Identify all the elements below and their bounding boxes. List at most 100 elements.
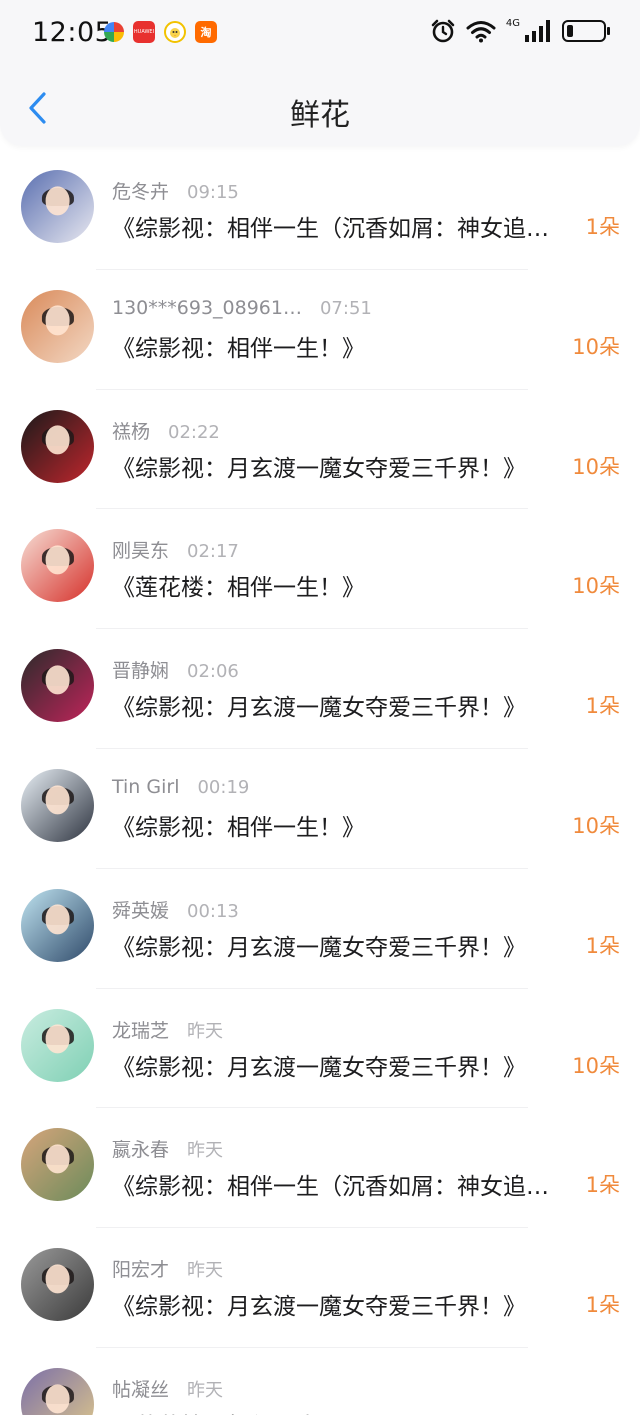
- wifi-icon: [466, 21, 496, 43]
- avatar-face: [45, 545, 70, 575]
- avatar-face: [45, 1024, 70, 1054]
- avatar[interactable]: [21, 768, 94, 842]
- flower-count: 10朵: [572, 454, 620, 479]
- list-item[interactable]: 危冬卉 09:15 《综影视：相伴一生（沉香如屑：神女追… 1朵: [0, 150, 640, 270]
- list-item[interactable]: 龙瑞芝 昨天《综影视：月玄渡一魔女夺爱三千界！》 10朵: [0, 989, 640, 1109]
- flower-count: 1朵: [585, 215, 620, 239]
- username: 舜英媛: [112, 899, 170, 922]
- book-title: 《综影视：月玄渡一魔女夺爱三千界！》: [112, 1054, 526, 1081]
- item-meta: 舜英媛 00:13: [112, 896, 239, 923]
- username: 晋静娴: [112, 660, 170, 683]
- item-meta: 龙瑞芝 昨天: [112, 1016, 223, 1043]
- username: 危冬卉: [112, 181, 170, 203]
- username: 嬴永春: [112, 1139, 170, 1162]
- avatar[interactable]: [21, 1128, 94, 1202]
- avatar-face: [45, 1384, 70, 1414]
- timestamp: 昨天: [187, 1260, 224, 1282]
- avatar[interactable]: [21, 888, 94, 962]
- avatar[interactable]: [21, 1248, 94, 1322]
- avatar-face: [45, 1144, 70, 1174]
- username: 龙瑞芝: [112, 1019, 170, 1042]
- timestamp: 00:19: [197, 776, 250, 798]
- flower-count: 1朵: [585, 694, 620, 719]
- book-title: 《综影视：相伴一生！》: [112, 814, 365, 841]
- system-status: 4G: [430, 17, 610, 44]
- timestamp: 昨天: [187, 1020, 224, 1042]
- avatar[interactable]: [21, 649, 94, 723]
- timestamp: 07:51: [319, 297, 372, 319]
- avatar-face: [45, 785, 70, 815]
- item-meta: 130***693_08961… 07:51: [112, 297, 372, 319]
- timestamp: 00:13: [187, 900, 239, 922]
- bird-app-icon: [164, 21, 186, 43]
- item-meta: 刚昊东 02:17: [112, 536, 239, 563]
- avatar[interactable]: [21, 1008, 94, 1082]
- list-item[interactable]: 舜英媛 00:13 《综影视：月玄渡一魔女夺爱三千界！》 1朵: [0, 869, 640, 989]
- timestamp: 02:22: [168, 421, 220, 443]
- item-meta: 危冬卉 09:15: [112, 177, 239, 204]
- huawei-store-icon: HUAWEI: [133, 21, 155, 43]
- avatar[interactable]: [21, 170, 94, 243]
- item-meta: 阳宏才 昨天: [112, 1255, 223, 1282]
- avatar[interactable]: [21, 529, 94, 603]
- item-meta: 帖凝丝 昨天: [112, 1375, 223, 1402]
- item-meta: 禚杨 02:22: [112, 417, 220, 444]
- book-title: 《莲花楼：相伴一生！》: [112, 575, 365, 602]
- list-item[interactable]: 晋静娴 02:06 《综影视：月玄渡一魔女夺爱三千界！》 1朵: [0, 629, 640, 749]
- flower-gift-list: 危冬卉 09:15 《综影视：相伴一生（沉香如屑：神女追… 1朵 130***693_0…: [0, 150, 640, 1415]
- status-bar: 12:05 HUAWEI 淘 4G: [0, 0, 640, 68]
- timestamp: 09:15: [187, 182, 239, 203]
- book-title: 《综影视：月玄渡一魔女夺爱三千界！》: [112, 695, 526, 722]
- battery-level: [567, 25, 574, 37]
- avatar-face: [45, 665, 70, 695]
- taobao-icon: 淘: [195, 21, 217, 43]
- book-title: 《综影视：月玄渡一魔女夺爱三千界！》: [112, 934, 526, 961]
- status-time: 12:05: [32, 17, 113, 48]
- book-title: 《综影视：月玄渡一魔女夺爱三千界！》: [112, 455, 526, 482]
- avatar-face: [45, 425, 70, 455]
- book-title: 《综影视：相伴一生（沉香如屑：神女追…: [112, 1174, 549, 1201]
- avatar-face: [45, 904, 70, 935]
- avatar-face: [45, 1264, 70, 1294]
- avatar[interactable]: [21, 289, 94, 363]
- flower-count: 1朵: [585, 1173, 620, 1198]
- flower-count: 1朵: [586, 1409, 620, 1415]
- book-title: 《莲花楼：相伴一生！》: [112, 1407, 582, 1415]
- timestamp: 02:17: [187, 541, 239, 563]
- timestamp: 昨天: [187, 1379, 224, 1401]
- notification-icons: HUAWEI 淘: [104, 21, 217, 43]
- username: 刚昊东: [112, 540, 170, 563]
- flower-count: 10朵: [572, 813, 620, 838]
- avatar[interactable]: [21, 1367, 94, 1415]
- username: 阳宏才: [112, 1259, 170, 1282]
- item-meta: 嬴永春 昨天: [112, 1135, 223, 1162]
- list-item[interactable]: 130***693_08961… 07:51 《综影视：相伴一生！》 10朵: [0, 270, 640, 390]
- flower-count: 10朵: [572, 334, 620, 359]
- book-title: 《综影视：月玄渡一魔女夺爱三千界！》: [112, 1294, 526, 1321]
- list-item[interactable]: Tin Girl 00:19 《综影视：相伴一生！》 10朵: [0, 749, 640, 869]
- list-item[interactable]: 禚杨 02:22 《综影视：月玄渡一魔女夺爱三千界！》 10朵: [0, 390, 640, 510]
- header: 12:05 HUAWEI 淘 4G 鲜花: [0, 0, 640, 146]
- list-item[interactable]: 帖凝丝昨天《莲花楼：相伴一生！》 1朵: [0, 1348, 640, 1415]
- username: 禚杨: [112, 420, 151, 443]
- item-meta: 晋静娴 02:06: [112, 656, 239, 683]
- battery-icon: [562, 20, 610, 42]
- alarm-icon: [431, 19, 455, 43]
- username: Tin Girl: [112, 775, 180, 798]
- avatar[interactable]: [21, 409, 94, 483]
- username: 帖凝丝: [112, 1378, 170, 1401]
- color-circle-icon: [104, 22, 124, 42]
- flower-count: 1朵: [585, 1293, 620, 1318]
- list-item[interactable]: 刚昊东 02:17 《莲花楼：相伴一生！》 10朵: [0, 509, 640, 630]
- flower-count: 10朵: [572, 574, 620, 599]
- flower-count: 1朵: [585, 933, 620, 958]
- flower-count: 10朵: [572, 1053, 620, 1078]
- network-type: 4G: [505, 17, 520, 29]
- nav-bar: 鲜花: [0, 68, 640, 146]
- book-title: 《综影视：相伴一生！》: [112, 335, 365, 362]
- timestamp: 02:06: [187, 661, 239, 683]
- avatar-face: [45, 305, 70, 336]
- list-item[interactable]: 嬴永春 昨天《综影视：相伴一生（沉香如屑：神女追… 1朵: [0, 1108, 640, 1229]
- signal-icon: [525, 20, 550, 42]
- list-item[interactable]: 阳宏才 昨天《综影视：月玄渡一魔女夺爱三千界！》 1朵: [0, 1228, 640, 1348]
